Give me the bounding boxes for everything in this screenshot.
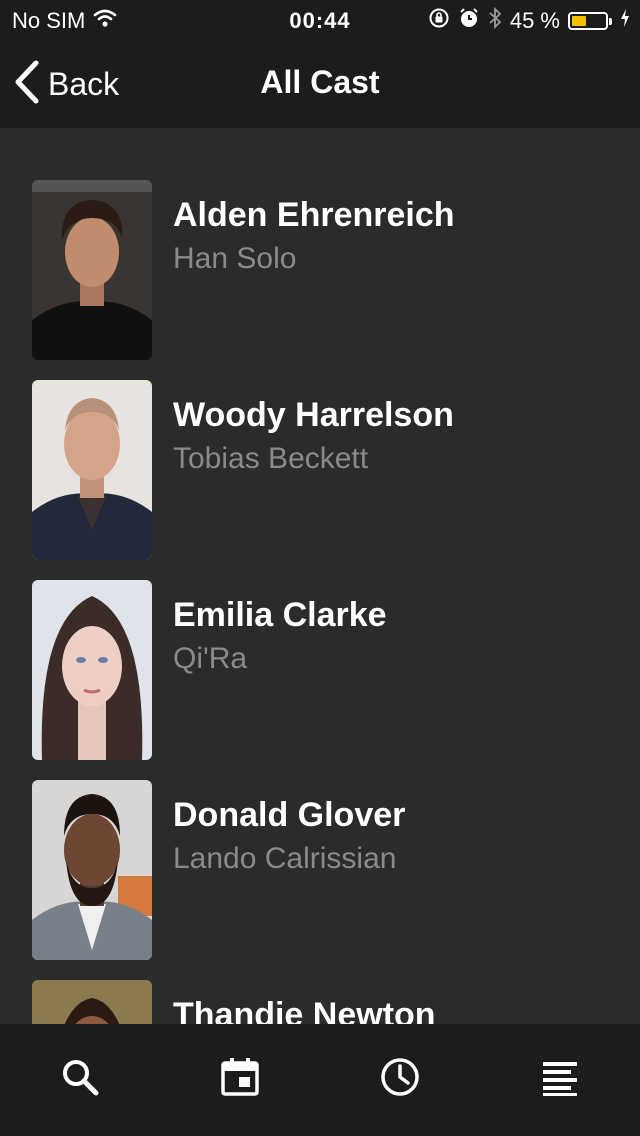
battery-percent: 45 % bbox=[509, 8, 560, 33]
actor-name: Emilia Clarke bbox=[173, 596, 387, 634]
navigation-bar: Back All Cast bbox=[0, 40, 640, 128]
actor-photo bbox=[32, 580, 152, 760]
role-name: Lando Calrissian bbox=[173, 842, 397, 875]
cast-list-item[interactable]: Alden Ehrenreich Han Solo bbox=[0, 180, 640, 380]
tab-search[interactable] bbox=[55, 1054, 105, 1104]
page-title: All Cast bbox=[260, 64, 380, 100]
actor-photo bbox=[32, 780, 152, 960]
role-name: Qi'Ra bbox=[173, 642, 248, 675]
calendar-icon bbox=[220, 1057, 260, 1102]
actor-photo bbox=[32, 980, 152, 1024]
actor-photo bbox=[32, 380, 152, 560]
cast-list[interactable]: Alden Ehrenreich Han Solo Woody Harrelso… bbox=[0, 128, 640, 1024]
status-right: 45 % bbox=[428, 6, 630, 36]
actor-name: Woody Harrelson bbox=[173, 396, 454, 434]
battery-icon bbox=[568, 12, 612, 30]
list-icon bbox=[540, 1057, 580, 1102]
bluetooth-icon bbox=[488, 6, 502, 36]
tab-bar bbox=[0, 1024, 640, 1136]
role-name: Tobias Beckett bbox=[173, 442, 369, 475]
battery-level bbox=[572, 16, 587, 26]
cast-list-item[interactable]: Woody Harrelson Tobias Beckett bbox=[0, 380, 640, 580]
tab-clock[interactable] bbox=[375, 1054, 425, 1104]
status-bar: No SIM 00:44 45 % bbox=[0, 0, 640, 40]
actor-name: Thandie Newton bbox=[173, 996, 436, 1024]
cast-list-item[interactable]: Emilia Clarke Qi'Ra bbox=[0, 580, 640, 780]
clock-icon bbox=[380, 1057, 420, 1102]
actor-name: Alden Ehrenreich bbox=[173, 196, 455, 234]
cast-list-item[interactable]: Thandie Newton bbox=[0, 980, 640, 1024]
role-name: Han Solo bbox=[173, 242, 297, 275]
actor-name: Donald Glover bbox=[173, 796, 406, 834]
search-icon bbox=[60, 1057, 100, 1102]
actor-photo bbox=[32, 180, 152, 360]
tab-calendar[interactable] bbox=[215, 1054, 265, 1104]
rotation-lock-icon bbox=[428, 7, 450, 35]
cast-list-item[interactable]: Donald Glover Lando Calrissian bbox=[0, 780, 640, 980]
alarm-icon bbox=[458, 7, 480, 35]
charging-icon bbox=[620, 8, 630, 34]
tab-list[interactable] bbox=[535, 1054, 585, 1104]
